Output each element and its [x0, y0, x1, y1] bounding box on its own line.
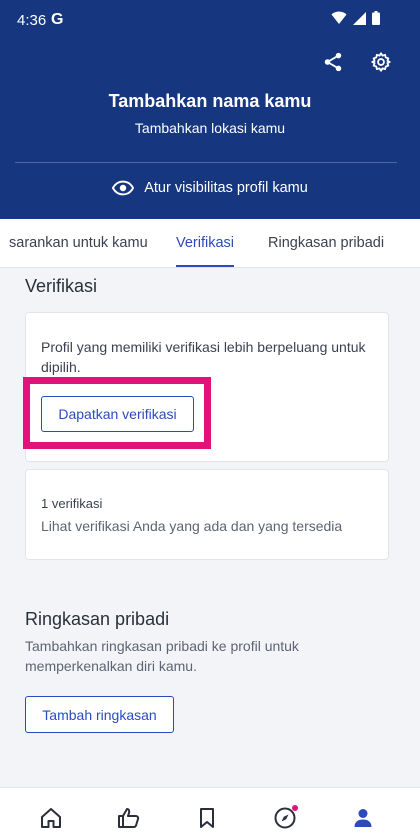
tab-verification[interactable]: Verifikasi: [176, 219, 235, 267]
profile-header: 4:36 G Tambahkan nama kamu Tambahkan lok…: [0, 0, 420, 219]
verification-count: 1 verifikasi: [41, 496, 103, 511]
notification-dot: [292, 805, 298, 811]
eye-icon: [112, 180, 135, 196]
signal-icon: [353, 11, 366, 25]
status-time: 4:36: [17, 12, 47, 29]
view-verifications-link[interactable]: Lihat verifikasi Anda yang ada dan yang …: [41, 518, 342, 534]
share-button[interactable]: [318, 47, 348, 77]
visibility-settings-button[interactable]: Atur visibilitas profil kamu: [0, 180, 420, 196]
tab-personal-summary[interactable]: Ringkasan pribadi: [268, 219, 384, 267]
profile-name[interactable]: Tambahkan nama kamu: [0, 91, 420, 112]
profile-location[interactable]: Tambahkan lokasi kamu: [0, 120, 420, 136]
settings-button[interactable]: [366, 47, 396, 77]
status-icons: [331, 11, 380, 25]
home-icon: [41, 808, 61, 828]
nav-saved[interactable]: [194, 805, 220, 831]
verification-title: Verifikasi: [25, 276, 98, 296]
google-badge: G: [51, 11, 64, 28]
get-verification-button[interactable]: Dapatkan verifikasi: [41, 396, 194, 432]
battery-icon: [372, 11, 380, 25]
verification-card: Profil yang memiliki verifikasi lebih be…: [25, 312, 389, 462]
bottom-navigation: [0, 787, 420, 840]
profile-tabs: sarankan untuk kamu Verifikasi Ringkasan…: [0, 219, 420, 268]
personal-summary-description: Tambahkan ringkasan pribadi ke profil un…: [25, 638, 299, 674]
personal-summary-title: Ringkasan pribadi: [25, 609, 170, 629]
add-summary-button[interactable]: Tambah ringkasan: [25, 696, 174, 733]
nav-home[interactable]: [38, 805, 64, 831]
tab-suggestions[interactable]: sarankan untuk kamu: [9, 219, 148, 267]
person-icon: [354, 809, 372, 827]
nav-profile[interactable]: [350, 805, 376, 831]
nav-recommended[interactable]: [116, 805, 142, 831]
share-icon: [324, 52, 342, 72]
visibility-label: Atur visibilitas profil kamu: [144, 180, 308, 196]
verification-summary-card[interactable]: 1 verifikasi Lihat verifikasi Anda yang …: [25, 469, 389, 560]
gear-icon: [371, 52, 391, 72]
status-bar: 4:36 G: [0, 0, 420, 40]
header-divider: [15, 162, 397, 163]
wifi-icon: [331, 11, 347, 24]
verification-description: Profil yang memiliki verifikasi lebih be…: [41, 339, 366, 375]
bookmark-icon: [200, 808, 214, 828]
thumbs-up-icon: [118, 808, 140, 828]
